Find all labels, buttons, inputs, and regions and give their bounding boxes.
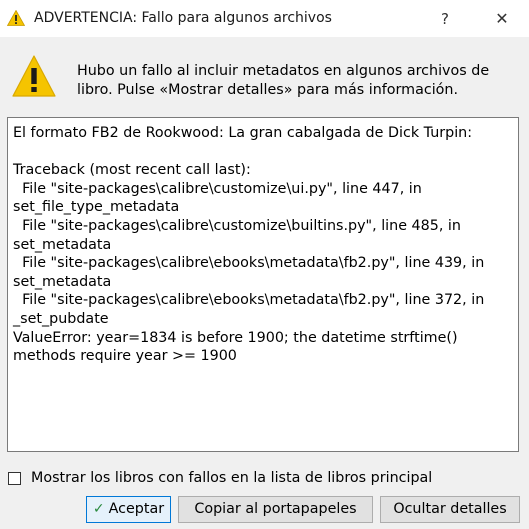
- show-failed-books-checkbox[interactable]: [8, 471, 21, 485]
- accept-button[interactable]: ✓ Aceptar: [86, 496, 171, 523]
- window-title: ADVERTENCIA: Fallo para algunos archivos: [34, 10, 332, 26]
- copy-button-label: Copiar al portapapeles: [194, 501, 357, 517]
- details-text-area[interactable]: El formato FB2 de Rookwood: La gran caba…: [7, 117, 519, 452]
- show-failed-books-option[interactable]: Mostrar los libros con fallos en la list…: [8, 468, 432, 488]
- warning-message: Hubo un fallo al incluir metadatos en al…: [77, 63, 490, 98]
- copy-to-clipboard-button[interactable]: Copiar al portapapeles: [178, 496, 373, 523]
- hide-details-label: Ocultar detalles: [393, 501, 507, 517]
- close-button[interactable]: ✕: [489, 6, 515, 32]
- hide-details-button[interactable]: Ocultar detalles: [380, 496, 520, 523]
- help-button[interactable]: ?: [432, 6, 458, 32]
- show-failed-books-label: Mostrar los libros con fallos en la list…: [31, 470, 433, 486]
- accept-button-label: Aceptar: [108, 501, 165, 517]
- checkmark-icon: ✓: [92, 501, 105, 517]
- warning-icon: [12, 55, 56, 97]
- warning-icon: [7, 10, 25, 26]
- title-bar: ADVERTENCIA: Fallo para algunos archivos…: [0, 0, 529, 37]
